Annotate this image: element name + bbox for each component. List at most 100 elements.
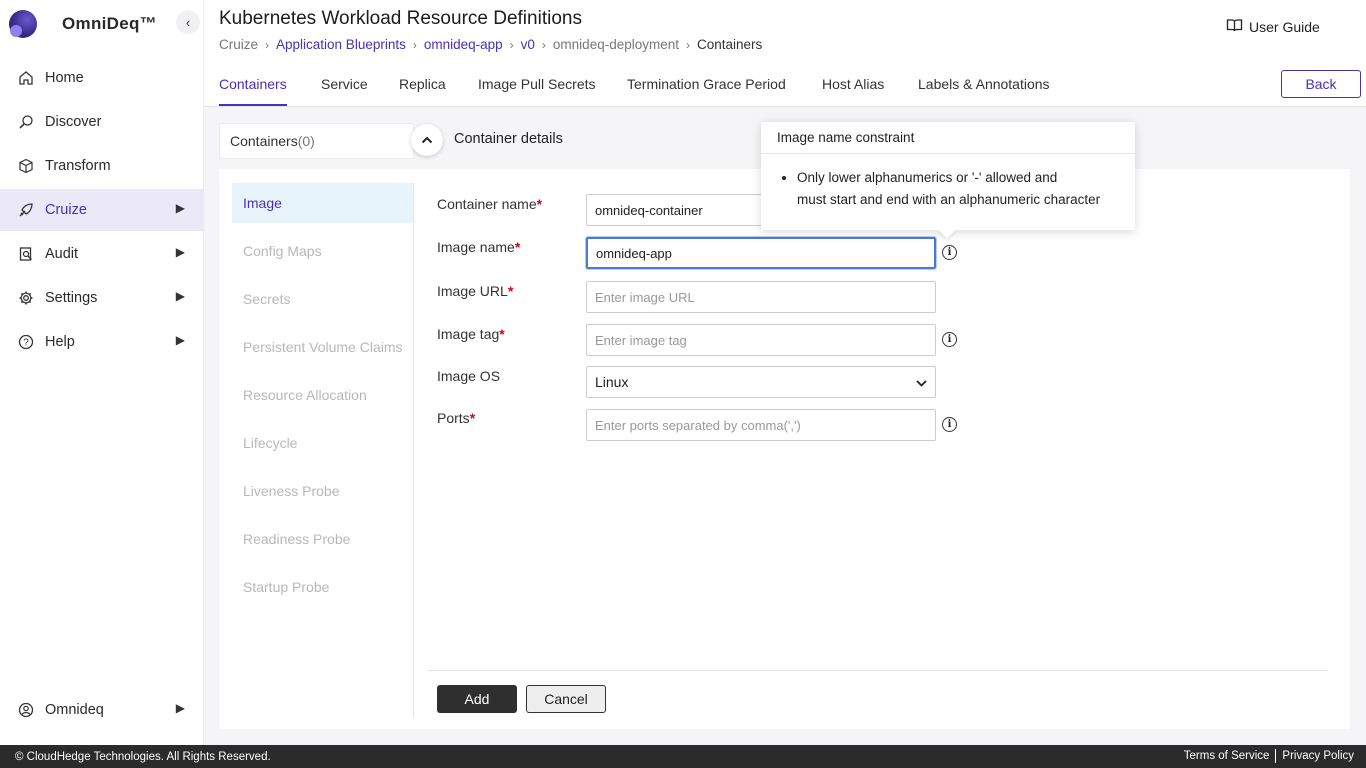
subnav-item-startup-probe[interactable]: Startup Probe	[232, 567, 413, 607]
cube-icon	[17, 157, 35, 175]
sidebar-item-label: Transform	[45, 158, 111, 174]
brand-name: OmniDeq™	[62, 14, 157, 33]
container-details-title: Container details	[454, 131, 563, 147]
breadcrumb-separator-icon: ›	[541, 37, 546, 52]
ports-input[interactable]	[586, 409, 936, 441]
sidebar-item-transform[interactable]: Transform	[0, 145, 203, 187]
chevron-up-icon[interactable]	[411, 124, 443, 156]
image-tag-input[interactable]	[586, 324, 936, 356]
copyright-text: © CloudHedge Technologies. All Rights Re…	[15, 750, 271, 763]
tooltip-title: Image name constraint	[761, 122, 1135, 154]
info-icon[interactable]: i	[942, 332, 957, 347]
image-os-row: Image OS Linux	[437, 366, 977, 398]
sidebar-item-home[interactable]: Home	[0, 57, 203, 99]
sidebar-item-settings[interactable]: Settings ▶	[0, 277, 203, 319]
breadcrumb-item[interactable]: omnideq-app	[424, 37, 503, 52]
image-url-row: Image URL*	[437, 281, 977, 313]
sidebar-item-cruize[interactable]: Cruize ▶	[0, 189, 203, 231]
breadcrumb-separator-icon: ›	[509, 37, 514, 52]
tab-bar: Containers Service Replica Image Pull Se…	[204, 62, 1366, 107]
container-subnav: Image Config Maps Secrets Persistent Vol…	[232, 183, 414, 717]
subnav-item-resource-allocation[interactable]: Resource Allocation	[232, 375, 413, 415]
breadcrumb-item[interactable]: Cruize	[219, 37, 258, 52]
subnav-item-pvc[interactable]: Persistent Volume Claims	[232, 327, 413, 367]
user-icon	[17, 701, 35, 719]
breadcrumb-separator-icon: ›	[265, 37, 270, 52]
breadcrumb: Cruize › Application Blueprints › omnide…	[219, 37, 762, 52]
tooltip-constraint: Only lower alphanumerics or '-' allowed …	[797, 167, 1121, 211]
sidebar-item-label: Cruize	[45, 202, 87, 218]
omnideq-logo	[9, 10, 37, 38]
container-details-panel: Image Config Maps Secrets Persistent Vol…	[219, 169, 1350, 729]
info-icon[interactable]: i	[942, 417, 957, 432]
required-mark: *	[514, 239, 521, 255]
ports-label: Ports*	[437, 410, 476, 426]
tab-termination-grace-period[interactable]: Termination Grace Period	[627, 76, 786, 92]
ports-row: Ports* i	[437, 409, 977, 441]
tab-service[interactable]: Service	[321, 76, 368, 92]
subnav-item-readiness-probe[interactable]: Readiness Probe	[232, 519, 413, 559]
tab-labels-annotations[interactable]: Labels & Annotations	[918, 76, 1050, 92]
footer: © CloudHedge Technologies. All Rights Re…	[0, 745, 1366, 768]
tab-host-alias[interactable]: Host Alias	[822, 76, 884, 92]
terms-link[interactable]: Terms of Service	[1184, 750, 1270, 762]
book-icon	[1226, 17, 1243, 36]
sidebar-item-label: Discover	[45, 114, 102, 130]
sidebar-item-label: Settings	[45, 290, 98, 306]
image-os-value: Linux	[595, 374, 629, 390]
tab-containers[interactable]: Containers	[219, 76, 287, 106]
sidebar-item-label: Audit	[45, 246, 79, 262]
required-mark: *	[536, 196, 543, 212]
sidebar-item-label: Home	[45, 70, 84, 86]
image-tag-row: Image tag* i	[437, 324, 977, 356]
subnav-item-secrets[interactable]: Secrets	[232, 279, 413, 319]
image-url-input[interactable]	[586, 281, 936, 313]
sidebar-user-label: Omnideq	[45, 702, 104, 718]
user-guide-link[interactable]: User Guide	[1226, 17, 1320, 36]
page-title: Kubernetes Workload Resource Definitions	[219, 8, 582, 29]
svg-text:?: ?	[23, 338, 29, 349]
sidebar-item-user[interactable]: Omnideq ▶	[0, 689, 203, 731]
back-button[interactable]: Back	[1281, 70, 1361, 98]
chevron-right-icon: ▶	[175, 201, 185, 215]
chevron-right-icon: ▶	[175, 701, 185, 715]
sidebar-item-help[interactable]: ? Help ▶	[0, 321, 203, 363]
subnav-item-liveness-probe[interactable]: Liveness Probe	[232, 471, 413, 511]
sidebar-item-label: Help	[45, 334, 75, 350]
subnav-item-config-maps[interactable]: Config Maps	[232, 231, 413, 271]
audit-icon	[17, 245, 35, 263]
subnav-item-image[interactable]: Image	[232, 183, 413, 223]
breadcrumb-current: Containers	[697, 37, 763, 52]
tab-image-pull-secrets[interactable]: Image Pull Secrets	[478, 76, 596, 92]
chevron-right-icon: ▶	[175, 245, 185, 259]
image-name-tooltip: Image name constraint Only lower alphanu…	[761, 122, 1135, 239]
subnav-item-lifecycle[interactable]: Lifecycle	[232, 423, 413, 463]
chevron-left-icon[interactable]: ‹	[176, 10, 200, 34]
breadcrumb-item[interactable]: v0	[521, 37, 535, 52]
cancel-button[interactable]: Cancel	[526, 685, 606, 713]
breadcrumb-separator-icon: ›	[412, 37, 417, 52]
info-icon[interactable]: i	[942, 245, 957, 260]
footer-links: Terms of Service Privacy Policy	[1184, 749, 1354, 763]
add-button[interactable]: Add	[437, 685, 517, 713]
discover-icon	[17, 113, 35, 131]
sidebar-item-audit[interactable]: Audit ▶	[0, 233, 203, 275]
sidebar-item-discover[interactable]: Discover	[0, 101, 203, 143]
tab-replica[interactable]: Replica	[399, 76, 446, 92]
image-os-label: Image OS	[437, 368, 501, 384]
required-mark: *	[469, 410, 476, 426]
container-name-label: Container name*	[437, 196, 543, 212]
required-mark: *	[499, 326, 505, 342]
privacy-link[interactable]: Privacy Policy	[1282, 750, 1354, 762]
containers-title: Containers	[230, 133, 298, 149]
chevron-down-icon	[916, 374, 927, 390]
breadcrumb-item[interactable]: Application Blueprints	[276, 37, 406, 52]
user-guide-label: User Guide	[1249, 18, 1320, 35]
chevron-right-icon: ▶	[175, 289, 185, 303]
image-name-label: Image name*	[437, 239, 521, 255]
breadcrumb-item[interactable]: omnideq-deployment	[553, 37, 679, 52]
containers-header: Containers (0)	[219, 123, 414, 159]
tooltip-body: Only lower alphanumerics or '-' allowed …	[761, 154, 1135, 211]
image-os-select[interactable]: Linux	[586, 366, 936, 398]
image-name-input[interactable]	[585, 236, 937, 270]
